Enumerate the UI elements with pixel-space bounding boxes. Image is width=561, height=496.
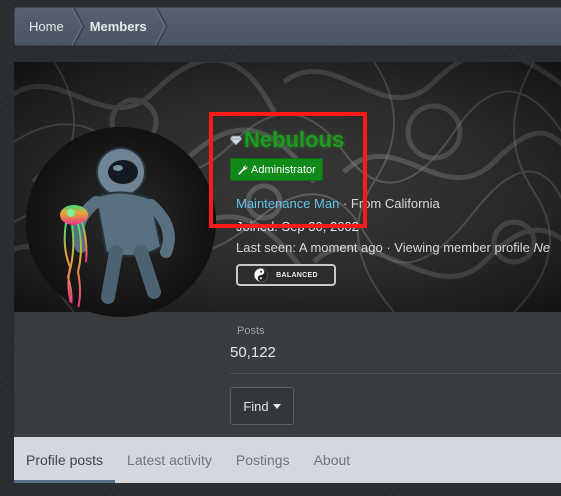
breadcrumb-members-label: Members xyxy=(89,19,147,34)
tab-postings[interactable]: Postings xyxy=(224,437,302,483)
highlight-box xyxy=(209,112,367,228)
breadcrumb: Home Members xyxy=(14,7,561,46)
find-button[interactable]: Find xyxy=(230,387,294,425)
breadcrumb-members[interactable]: Members xyxy=(86,8,169,45)
astronaut-avatar-image xyxy=(26,127,216,317)
find-button-label: Find xyxy=(243,398,269,414)
yin-yang-icon xyxy=(254,268,268,282)
avatar[interactable] xyxy=(26,127,216,317)
profile-tabs: Profile posts Latest activity Postings A… xyxy=(14,437,561,483)
tab-latest-activity[interactable]: Latest activity xyxy=(115,437,224,483)
activity-target[interactable]: Ne xyxy=(534,240,551,255)
balanced-label: BALANCED xyxy=(276,271,318,279)
current-activity: · Viewing member profile xyxy=(386,240,530,255)
posts-label: Posts xyxy=(237,325,265,337)
last-seen-label: Last seen: xyxy=(236,240,296,255)
last-seen: Last seen: A moment ago · Viewing member… xyxy=(236,240,550,255)
tab-profile-posts[interactable]: Profile posts xyxy=(14,437,116,483)
breadcrumb-home-label: Home xyxy=(29,19,64,34)
caret-down-icon xyxy=(272,403,281,409)
user-location[interactable]: California xyxy=(385,196,440,211)
tab-about[interactable]: About xyxy=(302,437,363,483)
balanced-badge: BALANCED xyxy=(236,264,336,286)
last-seen-value: A moment ago xyxy=(298,240,383,255)
divider xyxy=(230,373,561,374)
posts-count[interactable]: 50,122 xyxy=(230,344,276,361)
breadcrumb-separator-icon xyxy=(71,8,85,45)
breadcrumb-home[interactable]: Home xyxy=(15,8,86,45)
breadcrumb-separator-icon xyxy=(154,8,168,45)
